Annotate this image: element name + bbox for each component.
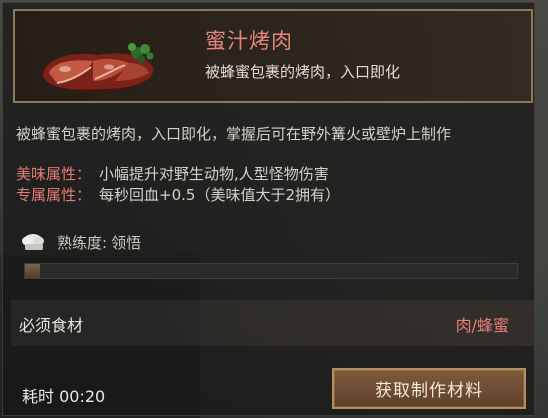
recipe-panel: 蜜汁烤肉 被蜂蜜包裹的烤肉，入口即化 被蜂蜜包裹的烤肉，入口即化，掌握后可在野外… bbox=[2, 2, 535, 416]
proficiency-value: 领悟 bbox=[111, 233, 142, 252]
roasted-meat-icon bbox=[41, 43, 154, 93]
attribute-value: 每秒回血+0.5（美味值大于2拥有） bbox=[99, 186, 340, 204]
chef-hat-icon bbox=[22, 234, 44, 250]
attribute-label: 专属属性： bbox=[16, 186, 92, 204]
ingredients-value: 肉/蜂蜜 bbox=[455, 316, 509, 335]
attribute-exclusive: 专属属性： 每秒回血+0.5（美味值大于2拥有） bbox=[16, 186, 340, 205]
recipe-header: 蜜汁烤肉 被蜂蜜包裹的烤肉，入口即化 bbox=[13, 9, 533, 103]
attribute-flavor: 美味属性： 小幅提升对野生动物,人型怪物伤害 bbox=[16, 165, 329, 184]
attribute-value: 小幅提升对野生动物,人型怪物伤害 bbox=[99, 165, 329, 183]
proficiency-label: 熟练度: bbox=[57, 233, 108, 252]
proficiency-row: 熟练度: 领悟 bbox=[19, 231, 141, 253]
attribute-label: 美味属性： bbox=[16, 165, 92, 183]
cook-time: 耗时 00:20 bbox=[22, 387, 106, 406]
item-title: 蜜汁烤肉 bbox=[205, 29, 293, 53]
item-short-description: 被蜂蜜包裹的烤肉，入口即化 bbox=[205, 63, 401, 81]
get-materials-button[interactable]: 获取制作材料 bbox=[332, 368, 526, 409]
item-description: 被蜂蜜包裹的烤肉，入口即化，掌握后可在野外篝火或壁炉上制作 bbox=[16, 125, 452, 143]
ingredients-row: 必须食材 肉/蜂蜜 bbox=[11, 300, 534, 346]
ingredients-label: 必须食材 bbox=[19, 316, 84, 335]
proficiency-progress-fill bbox=[25, 264, 40, 278]
proficiency-progress-bar bbox=[24, 263, 518, 279]
